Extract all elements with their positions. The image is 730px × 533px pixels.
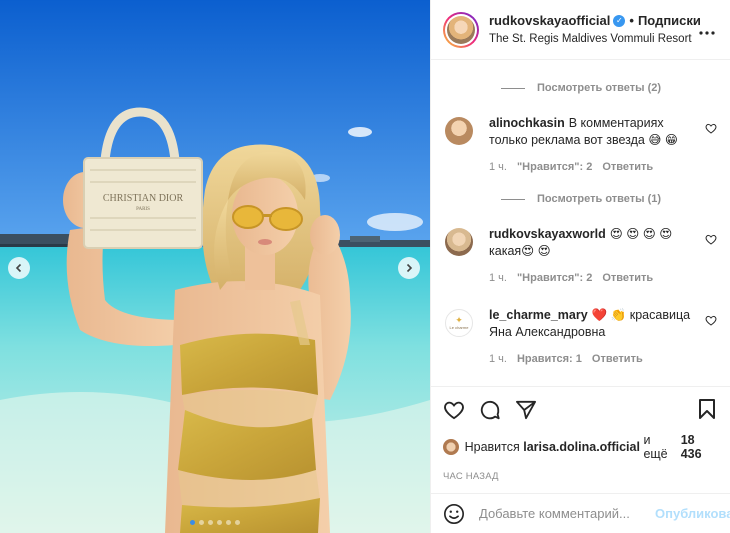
author-username[interactable]: rudkovskayaofficial <box>489 12 610 30</box>
bag-brand-text: CHRISTIAN DIOR <box>103 193 184 204</box>
verified-badge-icon: ✓ <box>613 14 626 27</box>
comment-avatar[interactable]: ✦ Le charme <box>445 309 473 337</box>
like-comment-heart-icon[interactable] <box>705 315 717 329</box>
comment-avatar[interactable] <box>445 117 473 145</box>
post-side-panel: rudkovskayaofficial ✓ • Подписки The St.… <box>430 0 730 533</box>
publish-comment-button[interactable]: Опубликовать <box>655 506 730 521</box>
comment-likes[interactable]: Нравится: 1 <box>517 353 582 365</box>
carousel-dot <box>199 520 204 525</box>
following-button[interactable]: Подписки <box>638 12 701 30</box>
add-comment-bar: Опубликовать <box>431 493 730 533</box>
likes-middle: и ещё <box>643 433 668 461</box>
instagram-post: CHRISTIAN DIOR PARIS rudkovskayaofficial… <box>0 0 730 533</box>
header-separator: • <box>629 12 634 28</box>
likes-count[interactable]: 18 436 <box>681 433 718 461</box>
comment-reply-button[interactable]: Ответить <box>592 353 643 365</box>
share-send-icon[interactable] <box>515 400 537 420</box>
carousel-dot <box>217 520 222 525</box>
comment-likes[interactable]: "Нравится": 2 <box>517 272 592 284</box>
comment-item: rudkovskayaxworld 😍 😍 😍 😍 какая😍 😍 1 ч. "… <box>445 226 717 284</box>
author-avatar[interactable] <box>443 11 479 48</box>
previous-slide-button[interactable] <box>8 257 30 279</box>
like-comment-heart-icon[interactable] <box>705 234 717 248</box>
comment-input[interactable] <box>479 506 655 521</box>
view-replies-button[interactable]: Посмотреть ответы (2) <box>501 82 661 94</box>
like-heart-icon[interactable] <box>443 400 465 420</box>
comment-reply-button[interactable]: Ответить <box>602 272 653 284</box>
next-slide-button[interactable] <box>398 257 420 279</box>
comment-time[interactable]: 1 ч. <box>489 272 507 284</box>
likes-prefix: Нравится <box>464 440 520 454</box>
bookmark-save-icon[interactable] <box>698 399 716 424</box>
comment-username[interactable]: le_charme_mary <box>489 308 588 322</box>
bag-brand-subtext: PARIS <box>136 207 150 212</box>
comment-avatar[interactable] <box>445 228 473 256</box>
comment-avatar-logo-text: Le charme <box>449 325 469 330</box>
chevron-right-icon <box>406 263 413 273</box>
carousel-indicator <box>0 520 430 525</box>
view-replies-button[interactable]: Посмотреть ответы (1) <box>501 193 661 205</box>
carousel-dot <box>235 520 240 525</box>
comment-item: ✦ Le charme le_charme_mary ❤️ 👏 красавица… <box>445 307 717 365</box>
carousel-dot <box>226 520 231 525</box>
chevron-left-icon <box>15 263 22 273</box>
liker-avatar <box>443 439 459 455</box>
comment-bubble-icon[interactable] <box>479 399 501 421</box>
likes-summary[interactable]: Нравится larisa.dolina.official и ещё 18… <box>443 433 718 461</box>
comment-reply-button[interactable]: Ответить <box>602 161 653 173</box>
carousel-dot <box>190 520 195 525</box>
post-photo[interactable]: CHRISTIAN DIOR PARIS <box>0 0 430 533</box>
post-header: rudkovskayaofficial ✓ • Подписки The St.… <box>431 0 730 60</box>
post-timestamp[interactable]: ЧАС НАЗАД <box>443 471 718 482</box>
comment-username[interactable]: rudkovskayaxworld <box>489 227 606 241</box>
comment-username[interactable]: alinochkasin <box>489 116 565 130</box>
post-actions: Нравится larisa.dolina.official и ещё 18… <box>431 386 730 493</box>
emoji-icon[interactable] <box>443 503 465 525</box>
post-location[interactable]: The St. Regis Maldives Vommuli Resort <box>489 30 701 48</box>
comment-time[interactable]: 1 ч. <box>489 353 507 365</box>
comments-list: Посмотреть ответы (2) alinochkasin В комм… <box>431 60 730 386</box>
comment-time[interactable]: 1 ч. <box>489 161 507 173</box>
like-comment-heart-icon[interactable] <box>705 123 717 137</box>
carousel-dot <box>208 520 213 525</box>
comment-likes[interactable]: "Нравится": 2 <box>517 161 592 173</box>
photo-scene: CHRISTIAN DIOR PARIS <box>0 0 430 533</box>
more-options-icon[interactable] <box>698 20 716 41</box>
liker-username[interactable]: larisa.dolina.official <box>523 440 640 454</box>
comment-item: alinochkasin В комментариях только реклам… <box>445 115 717 173</box>
